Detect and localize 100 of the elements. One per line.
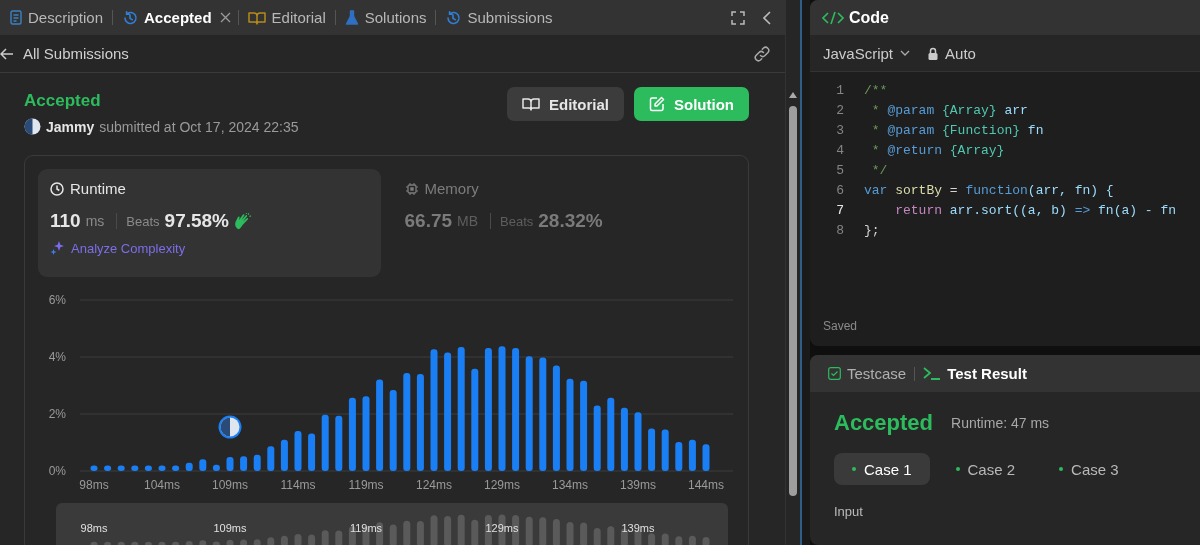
bar[interactable] xyxy=(267,446,275,471)
stat-card[interactable]: Memory 66.75 MB Beats 28.32% xyxy=(392,169,735,277)
bar[interactable] xyxy=(280,439,288,471)
bar[interactable] xyxy=(552,365,560,471)
all-submissions-link[interactable]: All Submissions xyxy=(0,45,129,62)
avatar-icon xyxy=(24,118,41,135)
bar[interactable] xyxy=(525,356,533,471)
bar[interactable] xyxy=(675,441,683,471)
bar[interactable] xyxy=(634,412,642,471)
tab[interactable]: Solutions xyxy=(338,2,433,33)
range-label: 98ms xyxy=(80,522,108,534)
tab[interactable]: Submissions xyxy=(439,2,559,33)
bar[interactable] xyxy=(144,465,152,471)
result-status: Accepted xyxy=(834,410,934,436)
link-icon[interactable] xyxy=(753,44,771,63)
case-tab[interactable]: Case 3 xyxy=(1041,453,1137,485)
avatar-marker[interactable] xyxy=(218,415,242,439)
bar[interactable] xyxy=(335,415,343,471)
terminal-icon xyxy=(923,367,942,380)
scrollbar[interactable] xyxy=(785,0,800,545)
scroll-up-icon[interactable] xyxy=(789,92,797,98)
code-line: /** xyxy=(864,82,888,98)
case-tab[interactable]: Case 2 xyxy=(937,453,1034,485)
history-icon xyxy=(122,9,139,26)
bar[interactable] xyxy=(702,444,710,471)
stat-value: 66.75 xyxy=(404,210,453,232)
bar[interactable] xyxy=(294,431,302,471)
editorial-button[interactable]: Editorial xyxy=(507,87,624,121)
case-tab[interactable]: Case 1 xyxy=(834,453,930,485)
tab[interactable]: Accepted xyxy=(116,2,218,33)
bar[interactable] xyxy=(308,433,316,471)
bar[interactable] xyxy=(471,368,479,471)
bar[interactable] xyxy=(688,439,696,471)
bar[interactable] xyxy=(620,407,628,471)
bar[interactable] xyxy=(661,429,669,471)
bar[interactable] xyxy=(362,396,370,471)
x-axis-label: 134ms xyxy=(552,478,588,492)
chevron-down-icon xyxy=(900,50,911,56)
bar[interactable] xyxy=(185,462,193,471)
code-icon xyxy=(822,10,844,25)
bar[interactable] xyxy=(131,465,139,471)
bar[interactable] xyxy=(416,374,424,471)
bar[interactable] xyxy=(444,352,452,471)
bar[interactable] xyxy=(580,380,588,471)
language-dropdown[interactable]: JavaScript xyxy=(823,44,911,62)
bar[interactable] xyxy=(253,454,261,471)
bar[interactable] xyxy=(348,397,356,471)
bar[interactable] xyxy=(240,456,248,471)
y-axis-label: 2% xyxy=(48,407,66,421)
status-dot-icon xyxy=(955,467,960,471)
range-selector[interactable]: 98ms 109ms 119ms 129ms 139ms xyxy=(56,503,728,545)
bar[interactable] xyxy=(172,465,180,471)
bar[interactable] xyxy=(389,390,397,471)
chevron-left-icon[interactable] xyxy=(763,10,771,25)
bar[interactable] xyxy=(457,347,465,471)
bar[interactable] xyxy=(104,465,112,471)
tab[interactable]: Testcase xyxy=(824,365,911,382)
bar[interactable] xyxy=(566,378,574,471)
fullscreen-icon[interactable] xyxy=(731,10,745,25)
lock-icon xyxy=(928,46,939,60)
save-status: Saved xyxy=(822,319,859,335)
stat-card[interactable]: Runtime 110 ms Beats 97.58% Analyze Complexity xyxy=(38,169,381,277)
tab[interactable]: Description xyxy=(4,2,110,33)
bar[interactable] xyxy=(512,347,520,471)
bar[interactable] xyxy=(321,414,329,471)
bar[interactable] xyxy=(648,428,656,471)
x-axis-label: 124ms xyxy=(416,478,452,492)
back-arrow-icon xyxy=(0,47,14,60)
bar[interactable] xyxy=(376,379,384,471)
tab[interactable]: Editorial xyxy=(241,2,332,33)
bar[interactable] xyxy=(498,346,506,471)
panel-title: Code xyxy=(849,8,889,27)
beats-label: Beats xyxy=(500,213,534,229)
bar[interactable] xyxy=(430,349,438,471)
book-icon xyxy=(522,97,540,111)
bar[interactable] xyxy=(607,397,615,471)
tab[interactable]: Test Result xyxy=(919,365,1031,382)
runtime-text: Runtime: 47 ms xyxy=(951,415,1050,431)
bar[interactable] xyxy=(226,457,234,471)
checkbox-icon xyxy=(828,367,841,380)
close-icon[interactable] xyxy=(219,12,231,23)
bar[interactable] xyxy=(158,465,166,471)
code-line: * @param {Array} arr xyxy=(870,102,1028,118)
bar[interactable] xyxy=(403,372,411,471)
x-axis-label: 144ms xyxy=(688,478,724,492)
resize-handle[interactable] xyxy=(800,0,810,545)
sparkle-icon xyxy=(50,240,66,256)
bar[interactable] xyxy=(484,347,492,471)
line-number: 5 xyxy=(835,162,845,178)
bar[interactable] xyxy=(117,465,125,471)
bar[interactable] xyxy=(199,459,207,471)
stat-unit: MB xyxy=(457,213,479,229)
bar[interactable] xyxy=(212,464,220,471)
bar[interactable] xyxy=(539,357,547,471)
bar[interactable] xyxy=(90,465,98,471)
y-axis-label: 0% xyxy=(48,464,66,478)
bar[interactable] xyxy=(593,405,601,471)
submitted-time: submitted at Oct 17, 2024 22:35 xyxy=(99,118,299,135)
beats-label: Beats xyxy=(126,213,160,229)
mode-label: Auto xyxy=(945,44,976,62)
